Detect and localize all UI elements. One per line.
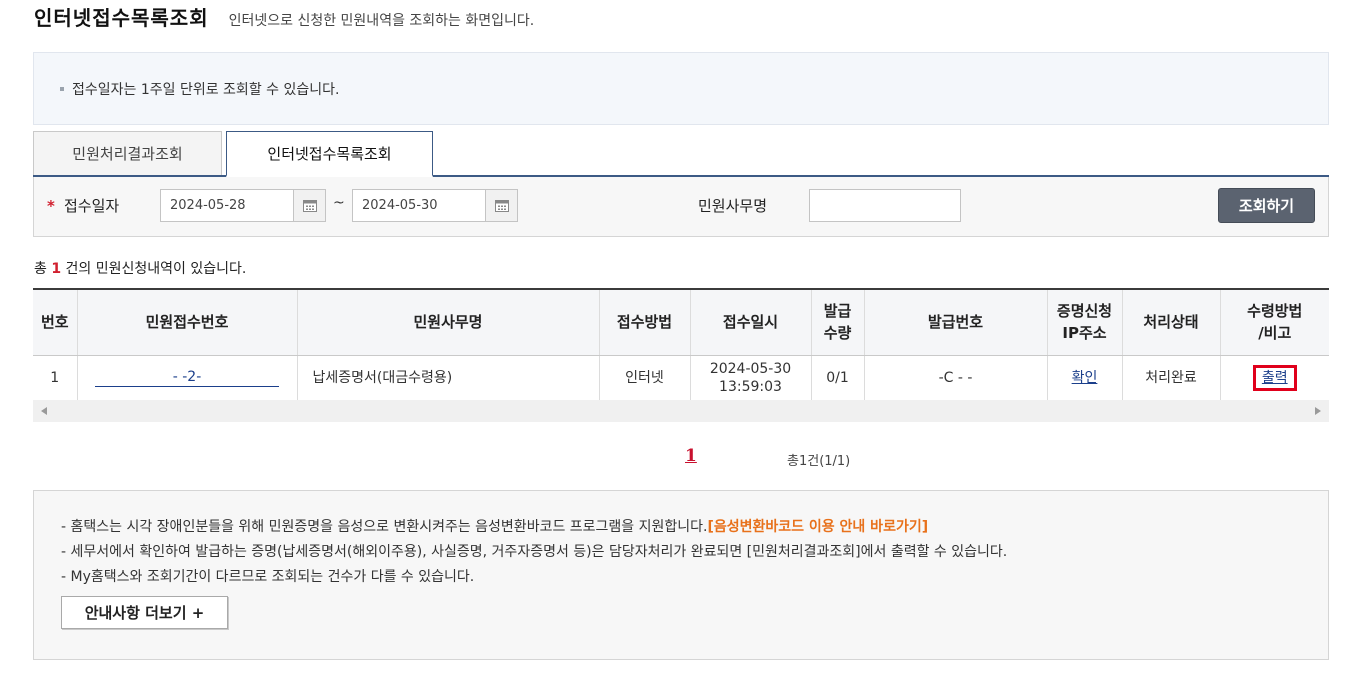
cell-qty: 0/1 (810, 355, 864, 401)
header-receive-line2: /비고 (1258, 324, 1292, 343)
summary-suffix: 건의 민원신청내역이 있습니다. (61, 261, 247, 277)
tab-internet-receipt-list[interactable]: 인터넷접수목록조회 (226, 131, 433, 177)
tab-result-inquiry[interactable]: 민원처리결과조회 (33, 131, 222, 175)
result-table: 번호 민원접수번호 민원사무명 접수방법 접수일시 발급수량 발급번호 증명신청… (33, 288, 1329, 401)
header-service-name: 민원사무명 (296, 288, 599, 356)
header-ip-line1: 증명신청 (1056, 302, 1113, 321)
date-from-calendar-button[interactable] (293, 189, 326, 222)
cell-method: 인터넷 (598, 355, 690, 401)
more-guide-button[interactable]: 안내사항 더보기 + (61, 596, 228, 629)
notice-item: 접수일자는 1주일 단위로 조회할 수 있습니다. (60, 79, 339, 99)
summary-prefix: 총 (34, 261, 52, 277)
search-button[interactable]: 조회하기 (1218, 188, 1315, 223)
received-time: 13:59:03 (719, 378, 782, 395)
calendar-icon (494, 200, 509, 212)
cell-no: 1 (33, 355, 77, 401)
cell-receipt-no: - -2- (76, 355, 297, 401)
header-receipt-no: 민원접수번호 (76, 288, 297, 356)
guide-line-period: - My홈택스와 조회기간이 다르므로 조회되는 건수가 다를 수 있습니다. (61, 569, 475, 585)
result-summary: 총 1 건의 민원신청내역이 있습니다. (34, 258, 246, 278)
header-status: 처리상태 (1121, 288, 1220, 356)
page-header: 인터넷접수목록조회 인터넷으로 신청한 민원내역을 조회하는 화면입니다. (34, 2, 534, 31)
header-qty: 발급수량 (810, 288, 864, 356)
page-title: 인터넷접수목록조회 (34, 6, 209, 30)
header-ip: 증명신청 IP주소 (1046, 288, 1122, 356)
print-highlight-box: 출력 (1252, 364, 1297, 391)
date-to-input[interactable]: 2024-05-30 (352, 189, 486, 222)
date-label: 접수일자 (64, 197, 120, 215)
pagination-current-page[interactable]: 1 (685, 446, 697, 466)
date-from-input[interactable]: 2024-05-28 (160, 189, 294, 222)
guide-line1-text: - 홈택스는 시각 장애인분들을 위해 민원증명을 음성으로 변환시켜주는 음성… (61, 519, 708, 535)
notice-text: 접수일자는 1주일 단위로 조회할 수 있습니다. (72, 82, 340, 98)
cell-received-at: 2024-05-30 13:59:03 (689, 355, 811, 401)
summary-count: 1 (51, 261, 62, 277)
page-description: 인터넷으로 신청한 민원내역을 조회하는 화면입니다. (228, 13, 535, 29)
header-qty-line2: 수량 (823, 324, 852, 343)
cell-ip: 확인 (1046, 355, 1122, 401)
table-header-row: 번호 민원접수번호 민원사무명 접수방법 접수일시 발급수량 발급번호 증명신청… (33, 288, 1329, 356)
arrow-left-icon[interactable] (41, 407, 47, 415)
notice-box: 접수일자는 1주일 단위로 조회할 수 있습니다. (33, 52, 1329, 125)
received-date: 2024-05-30 (709, 360, 792, 377)
print-link[interactable]: 출력 (1262, 370, 1288, 386)
cell-status: 처리완료 (1121, 355, 1220, 401)
header-no: 번호 (33, 288, 77, 356)
service-name-input[interactable] (809, 189, 961, 222)
horizontal-scrollbar[interactable] (33, 400, 1329, 422)
service-name-label: 민원사무명 (698, 197, 768, 215)
receipt-no-link[interactable]: - -2- (95, 369, 279, 387)
date-to-calendar-button[interactable] (485, 189, 518, 222)
cell-issue-no: -C - - (863, 355, 1047, 401)
header-issue-no: 발급번호 (863, 288, 1047, 356)
ip-confirm-link[interactable]: 확인 (1072, 370, 1098, 386)
bullet-icon (60, 87, 64, 91)
header-receive-line1: 수령방법 (1247, 302, 1303, 321)
header-qty-line1: 발급 (823, 302, 852, 321)
table-row: 1 - -2- 납세증명서(대금수령용) 인터넷 2024-05-30 13:59… (33, 355, 1329, 401)
range-separator: ~ (333, 195, 345, 211)
barcode-guide-link[interactable]: [음성변환바코드 이용 안내 바로가기] (707, 519, 928, 535)
guide-box: - 홈택스는 시각 장애인분들을 위해 민원증명을 음성으로 변환시켜주는 음성… (33, 490, 1329, 660)
search-bar: * 접수일자 2024-05-28 ~ 2024-05-30 민원사무명 조회하… (33, 177, 1329, 237)
header-receive-method: 수령방법/비고 (1219, 288, 1329, 356)
header-ip-line2: IP주소 (1062, 324, 1107, 343)
guide-line-barcode: - 홈택스는 시각 장애인분들을 위해 민원증명을 음성으로 변환시켜주는 음성… (61, 516, 928, 536)
calendar-icon (302, 200, 317, 212)
header-method: 접수방법 (598, 288, 690, 356)
cell-service-name: 납세증명서(대금수령용) (296, 355, 599, 401)
guide-line-tax-office: - 세무서에서 확인하여 발급하는 증명(납세증명서(해외이주용), 사실증명,… (61, 544, 1008, 560)
cell-receive-method: 출력 (1219, 355, 1329, 401)
header-received-at: 접수일시 (689, 288, 811, 356)
required-mark: * (47, 197, 55, 215)
arrow-right-icon[interactable] (1315, 407, 1321, 415)
pagination-total: 총1건(1/1) (787, 454, 851, 469)
tab-bar: 민원처리결과조회 인터넷접수목록조회 (33, 131, 1329, 177)
